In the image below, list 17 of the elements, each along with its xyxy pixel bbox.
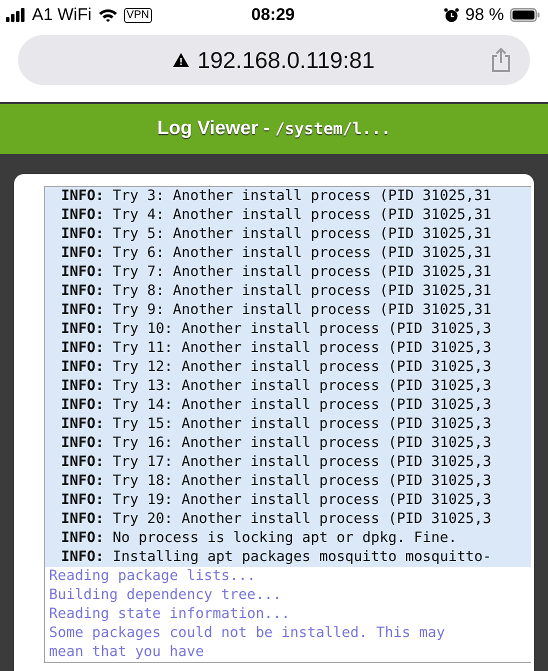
status-time: 08:29: [251, 5, 295, 25]
battery-percent: 98 %: [465, 5, 504, 25]
carrier-name: A1 WiFi: [32, 5, 92, 25]
address-bar[interactable]: 192.168.0.119:81: [18, 35, 530, 85]
vpn-badge: VPN: [124, 8, 152, 22]
log-line: mean that you have: [48, 643, 205, 662]
log-line: Some packages could not be installed. This may: [48, 624, 446, 643]
battery-icon: [510, 8, 540, 22]
share-icon[interactable]: [490, 48, 512, 72]
wifi-icon: [98, 8, 118, 22]
log-line: Reading state information...: [48, 605, 292, 624]
log-line: Building dependency tree...: [48, 586, 282, 605]
log-line: Reading package lists...: [48, 567, 257, 586]
signal-icon: [6, 8, 26, 22]
page-title: Log Viewer - /system/l...: [157, 118, 391, 140]
warning-icon: [173, 53, 190, 67]
alarm-clock-icon: [444, 8, 460, 22]
